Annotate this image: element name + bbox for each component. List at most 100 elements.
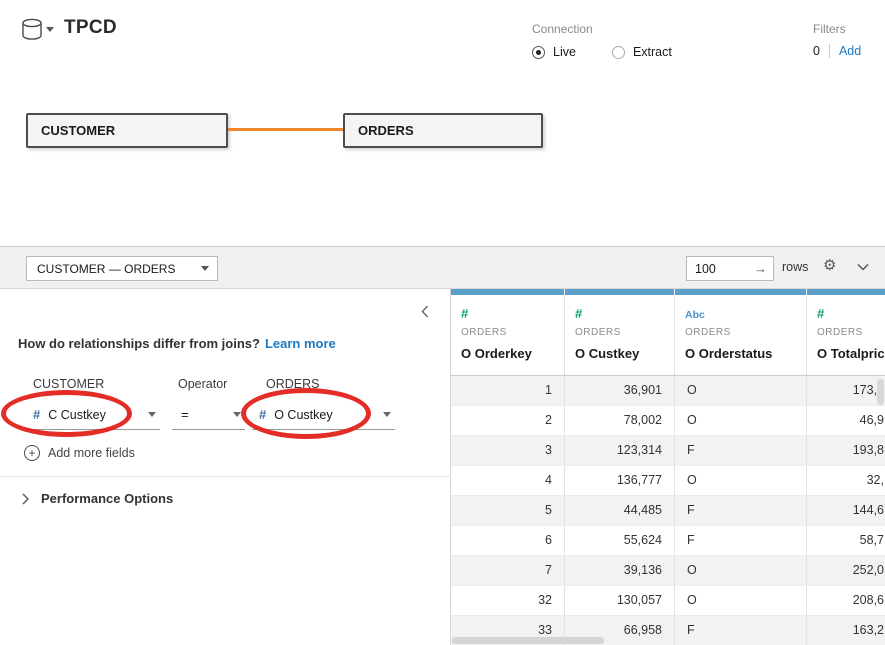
table-row: 5 44,485 F 144,6 bbox=[451, 496, 885, 526]
number-icon: # bbox=[259, 407, 266, 422]
datasource-header: TPCD Connection Live Extract Filters 0 A… bbox=[0, 0, 885, 246]
left-field-dropdown[interactable]: # C Custkey bbox=[26, 400, 160, 430]
cell: 123,314 bbox=[565, 436, 675, 465]
apply-rows-arrow-icon[interactable]: → bbox=[754, 261, 767, 276]
add-more-fields-button[interactable]: + Add more fields bbox=[24, 445, 135, 461]
right-table-label: ORDERS bbox=[266, 377, 319, 391]
cell: 3 bbox=[451, 436, 565, 465]
connection-section: Connection Live Extract bbox=[532, 22, 672, 59]
number-icon: # bbox=[33, 407, 40, 422]
column-header-totalprice[interactable]: # ORDERS O Totalprice bbox=[807, 295, 885, 375]
cell: O bbox=[675, 406, 807, 435]
radio-selected-icon[interactable] bbox=[532, 46, 545, 59]
column-field-name: O Custkey bbox=[575, 346, 664, 361]
left-field-value: C Custkey bbox=[48, 408, 106, 422]
relationship-selector-dropdown[interactable]: CUSTOMER — ORDERS bbox=[26, 256, 218, 281]
cell: O bbox=[675, 586, 807, 615]
filters-add-link[interactable]: Add bbox=[839, 44, 861, 58]
table-row: 7 39,136 O 252,0 bbox=[451, 556, 885, 586]
cell: 144,6 bbox=[807, 496, 885, 525]
horizontal-scrollbar-thumb[interactable] bbox=[452, 637, 604, 644]
operator-dropdown[interactable]: = bbox=[172, 400, 245, 430]
column-table-name: ORDERS bbox=[461, 327, 554, 338]
panel-toolbar: CUSTOMER — ORDERS → rows ⚙ bbox=[0, 247, 885, 289]
rows-count-input[interactable] bbox=[687, 262, 741, 276]
left-table-label: CUSTOMER bbox=[33, 377, 104, 391]
cell: 163,2 bbox=[807, 616, 885, 645]
relationship-selector-label: CUSTOMER — ORDERS bbox=[37, 262, 175, 276]
learn-more-link[interactable]: Learn more bbox=[265, 336, 336, 351]
cell: 58,7 bbox=[807, 526, 885, 555]
database-caret-down-icon[interactable] bbox=[46, 27, 54, 32]
column-field-name: O Totalprice bbox=[817, 346, 875, 361]
cell: F bbox=[675, 616, 807, 645]
gear-icon[interactable]: ⚙ bbox=[823, 258, 836, 273]
cell: 193,8 bbox=[807, 436, 885, 465]
operator-label: Operator bbox=[178, 377, 227, 391]
cell: 4 bbox=[451, 466, 565, 495]
cell: 136,777 bbox=[565, 466, 675, 495]
cell: O bbox=[675, 466, 807, 495]
cell: 46,9 bbox=[807, 406, 885, 435]
vertical-scrollbar-thumb[interactable] bbox=[877, 379, 884, 405]
cell: F bbox=[675, 496, 807, 525]
cell: 2 bbox=[451, 406, 565, 435]
operator-value: = bbox=[181, 407, 189, 422]
table-row: 32 130,057 O 208,6 bbox=[451, 586, 885, 616]
column-header-orderkey[interactable]: # ORDERS O Orderkey bbox=[451, 295, 565, 375]
radio-unselected-icon[interactable] bbox=[612, 46, 625, 59]
cell: O bbox=[675, 556, 807, 585]
number-icon: # bbox=[817, 306, 875, 322]
cell: 252,0 bbox=[807, 556, 885, 585]
panel-collapse-chevron-down-icon[interactable] bbox=[857, 263, 869, 271]
relationships-question-text: How do relationships differ from joins?L… bbox=[18, 336, 336, 351]
cell: 55,624 bbox=[565, 526, 675, 555]
relationship-editor-pane: How do relationships differ from joins?L… bbox=[0, 289, 451, 645]
cell: 39,136 bbox=[565, 556, 675, 585]
data-preview-grid: # ORDERS O Orderkey # ORDERS O Custkey A… bbox=[451, 289, 885, 645]
rows-label: rows bbox=[782, 260, 808, 274]
caret-down-icon bbox=[233, 412, 241, 417]
datasource-title: TPCD bbox=[64, 17, 117, 39]
right-field-value: O Custkey bbox=[274, 408, 332, 422]
connection-extract-label: Extract bbox=[633, 45, 672, 59]
pane-collapse-chevron-left-icon[interactable] bbox=[421, 305, 429, 318]
filters-count: 0 bbox=[813, 44, 820, 58]
performance-options-label: Performance Options bbox=[41, 491, 173, 506]
performance-options-toggle[interactable]: Performance Options bbox=[22, 491, 173, 506]
number-icon: # bbox=[575, 306, 664, 322]
caret-down-icon bbox=[201, 266, 209, 271]
editor-divider bbox=[0, 476, 451, 477]
canvas-table-customer[interactable]: CUSTOMER bbox=[26, 113, 228, 148]
column-field-name: O Orderkey bbox=[461, 346, 554, 361]
column-header-orderstatus[interactable]: Abc ORDERS O Orderstatus bbox=[675, 295, 807, 375]
table-row: 2 78,002 O 46,9 bbox=[451, 406, 885, 436]
cell: F bbox=[675, 526, 807, 555]
cell: 130,057 bbox=[565, 586, 675, 615]
column-header-custkey[interactable]: # ORDERS O Custkey bbox=[565, 295, 675, 375]
cell: 5 bbox=[451, 496, 565, 525]
table-row: 3 123,314 F 193,8 bbox=[451, 436, 885, 466]
database-icon[interactable] bbox=[20, 18, 44, 41]
table-row: 4 136,777 O 32, bbox=[451, 466, 885, 496]
string-icon: Abc bbox=[685, 306, 796, 322]
right-field-dropdown[interactable]: # O Custkey bbox=[252, 400, 395, 430]
canvas-table-orders[interactable]: ORDERS bbox=[343, 113, 543, 148]
filters-divider bbox=[829, 44, 830, 58]
number-icon: # bbox=[461, 306, 554, 322]
column-table-name: ORDERS bbox=[817, 327, 875, 338]
cell: F bbox=[675, 436, 807, 465]
rows-count-field[interactable]: → bbox=[686, 256, 774, 281]
cell: 6 bbox=[451, 526, 565, 555]
caret-down-icon bbox=[383, 412, 391, 417]
relationship-connector-line[interactable] bbox=[228, 128, 343, 131]
filters-section: Filters 0 Add bbox=[813, 22, 861, 58]
connection-live-option[interactable]: Live bbox=[532, 45, 576, 59]
add-more-fields-label: Add more fields bbox=[48, 446, 135, 460]
connection-extract-option[interactable]: Extract bbox=[612, 45, 672, 59]
cell: 32 bbox=[451, 586, 565, 615]
cell: 44,485 bbox=[565, 496, 675, 525]
cell: 32, bbox=[807, 466, 885, 495]
cell: 208,6 bbox=[807, 586, 885, 615]
caret-down-icon bbox=[148, 412, 156, 417]
